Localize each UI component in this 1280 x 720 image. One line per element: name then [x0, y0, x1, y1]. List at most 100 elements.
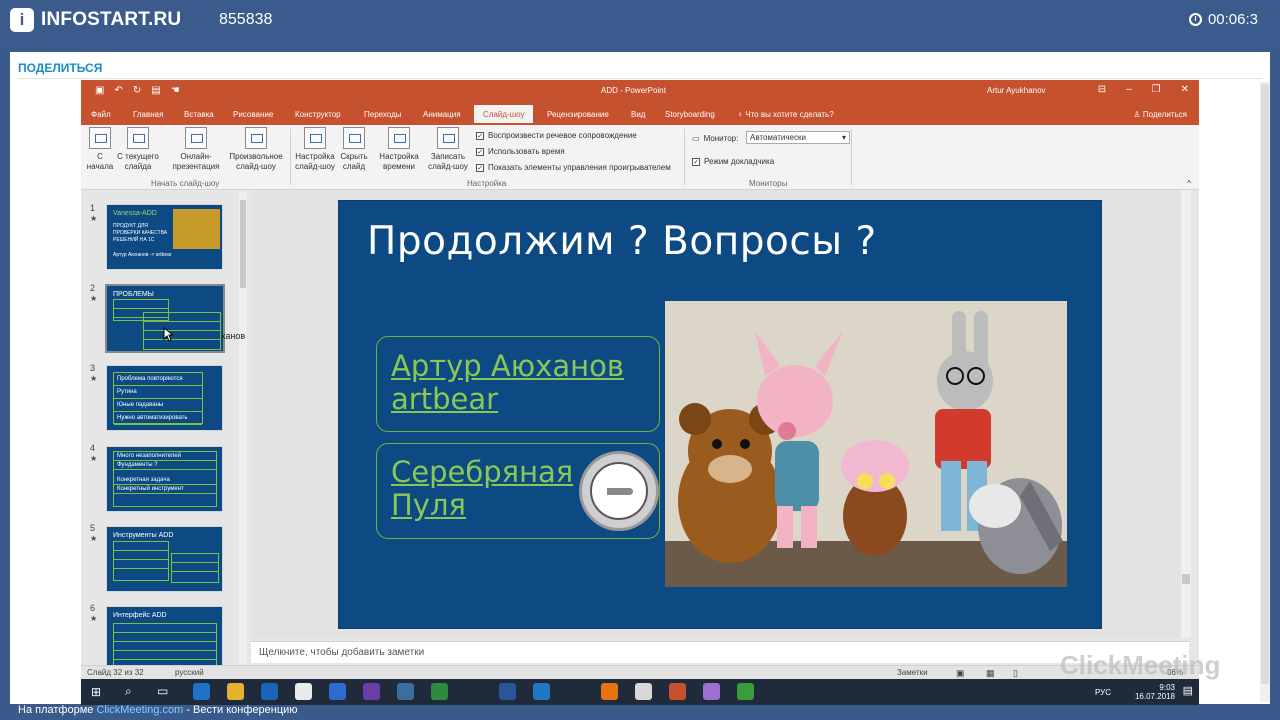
app-icon[interactable]	[397, 683, 414, 700]
minimize-icon[interactable]: –	[1126, 84, 1132, 95]
thumb-number: 5	[90, 523, 96, 533]
app-icon[interactable]	[737, 683, 754, 700]
app-icon[interactable]	[635, 683, 652, 700]
tab-review[interactable]: Рецензирование	[547, 110, 609, 119]
record-slideshow-button[interactable]: Записать слайд-шоу	[423, 127, 473, 172]
normal-view-icon[interactable]: ▣	[956, 668, 965, 679]
online-label-1: Онлайн-	[180, 152, 212, 161]
tab-animations[interactable]: Анимация	[423, 110, 461, 119]
custom-slideshow-button[interactable]: Произвольное слайд-шоу	[225, 127, 287, 172]
notes-field[interactable]: Щелкните, чтобы добавить заметки	[251, 641, 1189, 663]
app-icon[interactable]	[703, 683, 720, 700]
slide-scrollbar[interactable]	[1181, 190, 1191, 638]
sorter-view-icon[interactable]: ▦	[986, 668, 995, 679]
slide-thumbnail-2[interactable]: ПРОБЛЕМЫ	[105, 284, 225, 353]
slide-thumbnail-3[interactable]: Проблема повторяются Рутина Юные падаван…	[106, 365, 223, 431]
share-button[interactable]: ♙ Поделиться	[1133, 110, 1187, 119]
quick-access-toolbar[interactable]: ▣ ↶ ↻ ▤ ☚	[95, 85, 180, 96]
maximize-icon[interactable]: ❐	[1152, 84, 1161, 95]
undo-icon[interactable]: ↶	[114, 85, 122, 96]
close-icon[interactable]: ✕	[1181, 84, 1189, 95]
visual-studio-icon[interactable]	[363, 683, 380, 700]
tell-me-search[interactable]: ♀ Что вы хотите сделать?	[737, 110, 834, 119]
slide-thumbnail-1[interactable]: Vanessa-ADD ПРОДУКТ ДЛЯ ПРОВЕРКИ КАЧЕСТВ…	[106, 204, 223, 270]
current-slide[interactable]: Продолжим ? Вопросы ? Артур Аюханов artb…	[338, 200, 1102, 629]
setup-slideshow-button[interactable]: Настройка слайд-шоу	[292, 127, 338, 172]
notification-icon[interactable]: ▤	[1183, 684, 1193, 697]
save-icon[interactable]: ▣	[95, 85, 104, 96]
online-present-button[interactable]: Онлайн- презентация	[167, 127, 225, 172]
reading-view-icon[interactable]: ▯	[1013, 668, 1018, 679]
overlay-text: ханов	[221, 331, 246, 341]
collapse-ribbon-icon[interactable]: ^	[1187, 179, 1191, 188]
maps-icon[interactable]	[329, 683, 346, 700]
share-link[interactable]: ПОДЕЛИТЬСЯ	[18, 61, 102, 75]
tab-storyboarding[interactable]: Storyboarding	[665, 110, 715, 119]
redo-icon[interactable]: ↻	[133, 85, 141, 96]
tab-file[interactable]: Файл	[91, 110, 111, 119]
group-setup-label: Настройка	[467, 179, 507, 188]
chevron-down-icon: ▾	[841, 133, 846, 142]
author-nick-link[interactable]: artbear	[391, 383, 498, 416]
slide-thumbnail-4[interactable]: Много незаполнителей Фундаменты ? Конкре…	[106, 446, 223, 512]
silver-bullet-link-2[interactable]: Пуля	[391, 489, 466, 522]
tab-draw[interactable]: Рисование	[233, 110, 273, 119]
monitor-select[interactable]: Автоматически ▾	[746, 131, 850, 144]
touch-mode-icon[interactable]: ☚	[171, 85, 180, 96]
group-monitors-label: Мониторы	[749, 179, 788, 188]
narration-checkbox[interactable]: ✓ Воспроизвести речевое сопровождение	[476, 131, 637, 140]
slide-thumbnail-6[interactable]: Интерфейс ADD	[106, 606, 223, 672]
notes-toggle[interactable]: Заметки	[897, 668, 928, 677]
thumb-list	[113, 541, 169, 581]
tell-me-label: Что вы хотите сделать?	[745, 110, 834, 119]
file-explorer-icon[interactable]	[227, 683, 244, 700]
setup-label-1: Настройка	[295, 152, 335, 161]
tab-view[interactable]: Вид	[631, 110, 645, 119]
logo[interactable]: i INFOSTART.RU	[10, 8, 181, 32]
language-indicator[interactable]: русский	[175, 668, 204, 677]
thumbnails-scrollbar[interactable]	[239, 192, 247, 664]
word-icon[interactable]	[499, 683, 516, 700]
chrome-icon[interactable]	[431, 683, 448, 700]
page-scrollbar[interactable]	[1260, 82, 1270, 702]
user-name[interactable]: Artur Ayukhanov	[987, 86, 1046, 95]
from-start-button[interactable]: С начала	[86, 127, 114, 172]
1c-icon[interactable]	[601, 683, 618, 700]
clickmeeting-link[interactable]: ClickMeeting.com	[96, 704, 183, 716]
thumb-title: Инструменты ADD	[113, 532, 174, 539]
timings-checkbox[interactable]: ✓ Использовать время	[476, 147, 565, 156]
tab-design[interactable]: Конструктор	[295, 110, 341, 119]
from-current-button[interactable]: С текущего слайда	[115, 127, 161, 172]
edge-browser-icon[interactable]	[193, 683, 210, 700]
rehearse-timings-button[interactable]: Настройка времени	[375, 127, 423, 172]
windows-start-icon[interactable]: ⊞	[91, 685, 101, 699]
thumb-line: ПРОДУКТ ДЛЯ	[113, 223, 148, 229]
silver-bullet-link-1[interactable]: Серебряная	[391, 456, 573, 489]
media-controls-checkbox[interactable]: ✓ Показать элементы управления проигрыват…	[476, 163, 671, 172]
internet-explorer-icon[interactable]	[533, 683, 550, 700]
tab-insert[interactable]: Вставка	[184, 110, 214, 119]
mail-icon[interactable]	[295, 683, 312, 700]
thumb-line: Много незаполнителей	[114, 452, 216, 461]
stopwatch-icon	[388, 127, 410, 149]
tab-home[interactable]: Главная	[133, 110, 163, 119]
thumb-line: Проблема повторяются	[114, 373, 202, 386]
system-clock[interactable]: 9:03 16.07.2018	[1135, 683, 1175, 701]
task-view-icon[interactable]: ▭	[157, 684, 168, 698]
tab-transitions[interactable]: Переходы	[364, 110, 402, 119]
slide-thumbnail-5[interactable]: Инструменты ADD	[106, 526, 223, 592]
powerpoint-icon[interactable]	[669, 683, 686, 700]
input-language[interactable]: РУС	[1095, 688, 1111, 697]
search-icon[interactable]: ⌕	[125, 684, 132, 699]
thumb-list: Проблема повторяются Рутина Юные падаван…	[113, 372, 203, 425]
animation-star-icon: ★	[90, 374, 98, 383]
slideshow-icon[interactable]: ▤	[151, 85, 160, 96]
presenter-view-checkbox[interactable]: ✓ Режим докладчика	[692, 157, 774, 166]
clickmeeting-watermark: ClickMeeting	[1060, 650, 1221, 680]
slide-title: Продолжим ? Вопросы ?	[367, 219, 877, 264]
tab-slideshow[interactable]: Слайд-шоу	[474, 105, 534, 123]
hide-slide-button[interactable]: Скрыть слайд	[338, 127, 370, 172]
outlook-icon[interactable]	[261, 683, 278, 700]
author-name-link[interactable]: Артур Аюханов	[391, 350, 624, 383]
ribbon-display-icon[interactable]: ⊟	[1098, 84, 1106, 95]
